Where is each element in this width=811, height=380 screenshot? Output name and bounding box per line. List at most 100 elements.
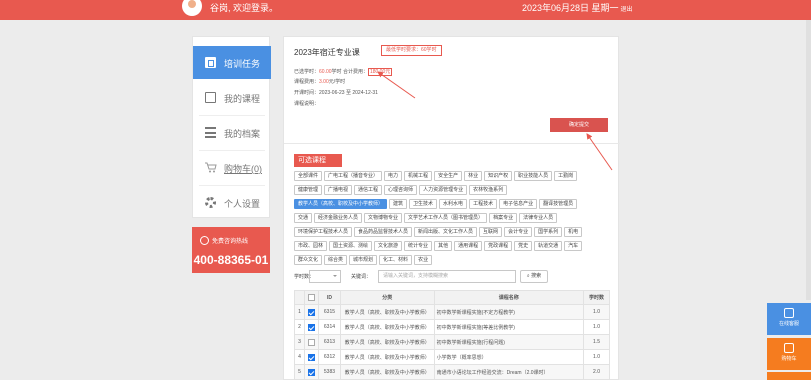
search-icon: ⌕ <box>526 273 530 279</box>
category-tag[interactable]: 机电 <box>564 227 583 237</box>
category-tag[interactable]: 国土资源、测绘 <box>329 241 373 251</box>
category-tag[interactable]: 汽车 <box>564 241 583 251</box>
date-info: 2023年06月28日 星期一 退出 <box>522 1 633 14</box>
category-row: 交通 经济金融业务人员 文物博物专业 文学艺术工作人员（图书管理员） 档案专业 法律专业人… <box>294 213 610 224</box>
back-to-top-button[interactable] <box>767 372 811 380</box>
avatar[interactable] <box>182 0 202 16</box>
category-row: 群众文化 综合类 城市规划 化工、材料 农业 <box>294 255 610 266</box>
row-checkbox[interactable] <box>303 304 319 320</box>
category-tag[interactable]: 健康管理 <box>294 185 323 195</box>
category-tag[interactable]: 法律专业人员 <box>519 213 558 223</box>
category-tag[interactable]: 知识产权 <box>484 171 513 181</box>
category-tag[interactable]: 工程技术 <box>469 199 498 209</box>
hours-unit: 学时 <box>331 69 342 75</box>
category-tag[interactable]: 轨道交通 <box>534 241 563 251</box>
category-tag[interactable]: 综合类 <box>324 255 348 265</box>
sidebar: 培训任务 我的课程 我的档案 购物车(0) 个人设置 <box>192 36 271 219</box>
scrollbar[interactable] <box>806 20 811 300</box>
col-header-no <box>294 290 305 305</box>
sidebar-item-my-courses[interactable]: 我的课程 <box>193 81 271 114</box>
table-row[interactable]: 3 6313 教学人员（高校、职校及中小学教师） 初中数学新课程实施(行程问题) 1.5 <box>294 334 610 350</box>
hours-select[interactable] <box>309 270 341 283</box>
category-tag[interactable]: 国学系列 <box>534 227 563 237</box>
category-tag[interactable]: 机械工程 <box>404 171 433 181</box>
category-tag[interactable]: 群众文化 <box>294 255 323 265</box>
category-tag[interactable]: 文化旅游 <box>374 241 403 251</box>
category-tag[interactable]: 安全生产 <box>434 171 463 181</box>
sidebar-item-training-tasks[interactable]: 培训任务 <box>193 46 271 79</box>
submit-button[interactable]: 确定提交 <box>550 118 608 132</box>
course-hours: 1.0 <box>583 319 610 335</box>
sidebar-item-my-archive[interactable]: 我的档案 <box>193 116 271 149</box>
category-tag[interactable]: 通信工程 <box>354 185 383 195</box>
category-tag[interactable]: 档案专业 <box>489 213 518 223</box>
sidebar-item-settings[interactable]: 个人设置 <box>193 186 271 219</box>
category-tag[interactable]: 交通 <box>294 213 313 223</box>
category-tag[interactable]: 经济金融业务人员 <box>314 213 363 223</box>
search-button[interactable]: ⌕ 搜索 <box>520 270 548 283</box>
category-tag[interactable]: 林业 <box>464 171 483 181</box>
category-tag[interactable]: 建筑 <box>389 199 408 209</box>
category-tag[interactable]: 农业 <box>414 255 433 265</box>
row-checkbox[interactable] <box>303 364 319 380</box>
category-tag[interactable]: 农林牧渔系列 <box>469 185 508 195</box>
table-row[interactable]: 4 6312 教学人员（高校、职校及中小学教师） 小学数学（概率思想） 1.0 <box>294 349 610 365</box>
table-row[interactable]: 5 5383 教学人员（高校、职校及中小学教师） 南通市小语论坛工作经验交流：Drea… <box>294 364 610 380</box>
select-all-checkbox[interactable] <box>303 290 319 305</box>
category-tag[interactable]: 职业技能人员 <box>514 171 553 181</box>
category-tag[interactable]: 工勤岗 <box>554 171 578 181</box>
category-tag[interactable]: 教学人员（高校、职校及中小学教师） <box>294 199 388 209</box>
category-tag[interactable]: 电力 <box>384 171 403 181</box>
course-id: 5383 <box>317 364 341 380</box>
category-tag[interactable]: 水利水电 <box>439 199 468 209</box>
category-tag[interactable]: 文物博物专业 <box>364 213 403 223</box>
hotline-card: 免费咨询热线 400-88365-01 <box>192 227 270 273</box>
period-value: 2023-06-23 至 2024-12-31 <box>319 90 378 96</box>
category-tag[interactable]: 党史 <box>514 241 533 251</box>
category-tag[interactable]: 市政、园林 <box>294 241 328 251</box>
table-row[interactable]: 1 6315 教学人员（高校、职校及中小学教师） 初中数学新课程实施(不定方程教学) 1… <box>294 304 610 320</box>
row-checkbox[interactable] <box>303 349 319 365</box>
online-service-button[interactable]: 在线客服 <box>767 303 811 335</box>
category-tag[interactable]: 环境保护工程技术人员 <box>294 227 353 237</box>
cart-float-button[interactable]: 购物车 <box>767 338 811 370</box>
category-tag[interactable]: 广播电视 <box>324 185 353 195</box>
category-tag[interactable]: 化工、材料 <box>379 255 413 265</box>
category-tag[interactable]: 其他 <box>434 241 453 251</box>
course-table: ID 分类 课程名称 学时数 1 6315 教学人员（高校、职校及中小学教师） 初中数… <box>294 290 610 380</box>
search-bar: 学时数： 关键词： 请输入关键词，支持模糊搜索 ⌕ 搜索 <box>294 270 614 283</box>
category-row: 健康管理 广播电视 通信工程 心理咨询师 人力资源管理专业 农林牧渔系列 <box>294 185 610 196</box>
category-tag[interactable]: 人力资源管理专业 <box>419 185 468 195</box>
category-tag[interactable]: 心理咨询师 <box>384 185 418 195</box>
category-tag[interactable]: 新闻出版、文化工作人员 <box>414 227 478 237</box>
unit-price-unit: 元/学时 <box>328 79 346 85</box>
category-tag[interactable]: 卫生技术 <box>409 199 438 209</box>
category-tag[interactable]: 广电工程（播音专业） <box>324 171 383 181</box>
logout-link[interactable]: 退出 <box>621 7 633 13</box>
course-name: 小学数学（概率思想） <box>433 349 585 365</box>
col-header-hours: 学时数 <box>583 290 610 305</box>
table-row[interactable]: 2 6314 教学人员（高校、职校及中小学教师） 初中数学新课程实施(等差比例教学) 1… <box>294 319 610 335</box>
category-tag[interactable]: 党政课程 <box>484 241 513 251</box>
col-header-id: ID <box>317 290 341 305</box>
category-tag[interactable]: 通用课程 <box>454 241 483 251</box>
category-tag[interactable]: 翻译技管理员 <box>539 199 578 209</box>
category-tag[interactable]: 会计专业 <box>504 227 533 237</box>
category-filter: 全部课件 广电工程（播音专业） 电力 机械工程 安全生产 林业 知识产权 职业技能人员 工勤岗健… <box>294 171 610 269</box>
sidebar-item-cart[interactable]: 购物车(0) <box>193 151 271 184</box>
row-checkbox[interactable] <box>303 319 319 335</box>
category-tag[interactable]: 统计专业 <box>404 241 433 251</box>
category-tag[interactable]: 全部课件 <box>294 171 323 181</box>
course-hours: 2.0 <box>583 364 610 380</box>
cart-icon <box>205 162 217 173</box>
category-tag[interactable]: 互联网 <box>479 227 503 237</box>
category-tag[interactable]: 电子信息产业 <box>499 199 538 209</box>
course-hours: 1.0 <box>583 304 610 320</box>
category-tag[interactable]: 食品药品监督技术人员 <box>354 227 413 237</box>
keyword-input[interactable]: 请输入关键词，支持模糊搜索 <box>378 270 516 283</box>
selected-hours-label: 已选学时： <box>294 69 320 75</box>
row-checkbox[interactable] <box>303 334 319 350</box>
category-tag[interactable]: 文学艺术工作人员（图书管理员） <box>404 213 488 223</box>
row-number: 2 <box>294 319 305 335</box>
category-tag[interactable]: 城市规划 <box>349 255 378 265</box>
